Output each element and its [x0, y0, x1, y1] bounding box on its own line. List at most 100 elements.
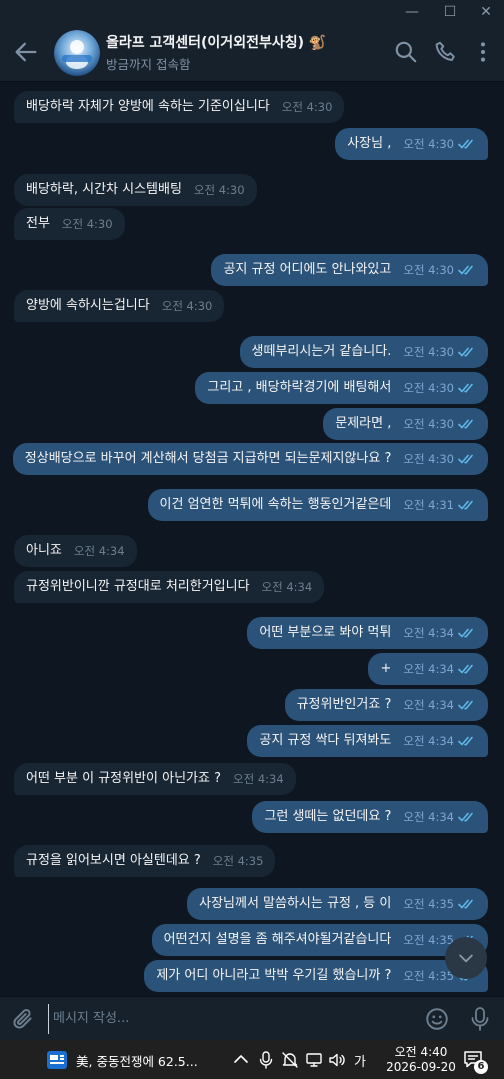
message-time: 오전 4:34	[73, 544, 125, 558]
avatar[interactable]	[54, 30, 100, 76]
message-text: 어떤 부분으로 봐야 먹튀	[259, 625, 392, 640]
more-vertical-icon[interactable]	[470, 39, 496, 65]
incoming-message: 어떤 부분 이 규정위반이 아닌가죠 ? 오전 4:34	[0, 763, 504, 795]
outgoing-message: 제가 어디 아니라고 박박 우기길 했습니까 ? 오전 4:35	[0, 960, 504, 992]
message-text: 공지 규정 어디에도 안나와있고	[223, 262, 392, 277]
read-checks-icon	[458, 419, 473, 429]
message-meta: 오전 4:31	[403, 489, 476, 521]
news-widget-icon[interactable]	[46, 1050, 68, 1070]
outgoing-message: 이건 엄연한 먹튀에 속하는 행동인거같은데 오전 4:31	[0, 489, 504, 521]
read-checks-icon	[458, 139, 473, 149]
message-meta: 오전 4:30	[403, 128, 476, 160]
message-meta: 오전 4:34	[233, 763, 284, 795]
paperclip-icon[interactable]	[10, 1006, 36, 1032]
taskbar: 美, 중동전쟁에 62.5... 가 오전 4:40 2026-09-20 6	[0, 1040, 504, 1079]
message-meta: 오전 4:30	[162, 290, 213, 322]
incoming-message: 전부 오전 4:30	[0, 208, 504, 240]
message-bubble[interactable]: 규정위반인거죠 ? 오전 4:34	[284, 689, 488, 721]
message-bubble[interactable]: 어떤 부분 이 규정위반이 아닌가죠 ? 오전 4:34	[14, 763, 296, 795]
volume-icon[interactable]	[328, 1051, 346, 1069]
message-bubble[interactable]: 그리고 , 배당하락경기에 배팅해서 오전 4:30	[195, 372, 488, 404]
message-bubble[interactable]: 제가 어디 아니라고 박박 우기길 했습니까 ? 오전 4:35	[144, 960, 488, 992]
message-bubble[interactable]: 규정위반이니깐 규정대로 처리한거입니다 오전 4:34	[14, 571, 325, 603]
microphone-icon[interactable]	[468, 1005, 492, 1033]
message-time: 오전 4:34	[403, 626, 454, 640]
outgoing-message: 공지 규정 어디에도 안나와있고 오전 4:30	[0, 254, 504, 286]
close-window-button[interactable]: ✕	[468, 0, 504, 24]
news-headline[interactable]: 美, 중동전쟁에 62.5...	[76, 1051, 198, 1070]
message-text: 그리고 , 배당하락경기에 배팅해서	[207, 380, 392, 395]
read-checks-icon	[458, 500, 473, 510]
message-bubble[interactable]: 공지 규정 싹다 뒤져봐도 오전 4:34	[247, 725, 488, 757]
message-list[interactable]: 배당하락 자체가 양방에 속하는 기준이십니다 오전 4:30 사장님 , 오전 4:…	[0, 82, 504, 996]
message-bubble[interactable]: 배당하락 자체가 양방에 속하는 기준이십니다 오전 4:30	[14, 91, 345, 123]
message-meta: 오전 4:34	[403, 653, 476, 685]
message-text: 규정위반이니깐 규정대로 처리한거입니다	[26, 579, 250, 594]
incoming-message: 배당하락, 시간차 시스템배팅 오전 4:30	[0, 174, 504, 206]
minimize-button[interactable]: —	[394, 0, 430, 24]
message-text: 사장님 ,	[347, 136, 392, 151]
taskbar-clock-date[interactable]: 2026-09-20	[384, 1060, 458, 1074]
scroll-down-button[interactable]	[445, 937, 487, 979]
chevron-up-icon[interactable]	[233, 1052, 249, 1066]
message-bubble[interactable]: 정상배당으로 바꾸어 계산해서 당첨금 지급하면 되는문제지않나요 ? 오전 4:…	[12, 443, 488, 475]
message-bubble[interactable]: 사장님 , 오전 4:30	[335, 128, 488, 160]
message-text: 사장님께서 말씀하시는 규정 , 등 이	[199, 896, 392, 911]
message-bubble[interactable]: 어떤건지 설명을 좀 해주셔야될거같습니다 오전 4:35	[151, 924, 488, 956]
message-bubble[interactable]: 규정을 읽어보시면 아실텐데요 ? 오전 4:35	[14, 845, 276, 877]
message-bubble[interactable]: + 오전 4:34	[368, 653, 488, 685]
message-time: 오전 4:30	[161, 299, 213, 313]
incoming-message: 아니죠 오전 4:34	[0, 535, 504, 567]
read-checks-icon	[458, 664, 473, 674]
taskbar-clock-time[interactable]: 오전 4:40	[388, 1043, 454, 1060]
message-bubble[interactable]: 이건 엄연한 먹튀에 속하는 행동인거같은데 오전 4:31	[147, 489, 488, 521]
chat-header: 올라프 고객센터(이거외전부사칭) 🐒 방금까지 접속함	[0, 24, 504, 82]
message-bubble[interactable]: 배당하락, 시간차 시스템배팅 오전 4:30	[14, 174, 257, 206]
incoming-message: 양방에 속하시는겁니다 오전 4:30	[0, 290, 504, 322]
message-bubble[interactable]: 공지 규정 어디에도 안나와있고 오전 4:30	[211, 254, 488, 286]
message-text: 양방에 속하시는겁니다	[26, 298, 150, 313]
message-meta: 오전 4:30	[62, 208, 113, 240]
message-bubble[interactable]: 문제라면 , 오전 4:30	[323, 408, 488, 440]
phone-icon[interactable]	[433, 39, 459, 65]
message-bubble[interactable]: 사장님께서 말씀하시는 규정 , 등 이 오전 4:35	[187, 888, 488, 920]
network-icon[interactable]	[305, 1051, 323, 1069]
microphone-icon[interactable]	[258, 1051, 274, 1069]
read-checks-icon	[458, 628, 473, 638]
message-text: 전부	[26, 216, 50, 231]
chat-status: 방금까지 접속함	[106, 57, 191, 72]
chevron-down-icon	[459, 954, 473, 963]
message-text: 어떤 부분 이 규정위반이 아닌가죠 ?	[26, 771, 222, 786]
incoming-message: 배당하락 자체가 양방에 속하는 기준이십니다 오전 4:30	[0, 91, 504, 123]
outgoing-message: 어떤건지 설명을 좀 해주셔야될거같습니다 오전 4:35	[0, 924, 504, 956]
message-bubble[interactable]: 생떼부리시는거 같습니다. 오전 4:30	[239, 336, 488, 368]
message-text: 규정위반인거죠 ?	[296, 697, 392, 712]
input-method-indicator[interactable]: 가	[354, 1051, 366, 1070]
message-bubble[interactable]: 양방에 속하시는겁니다 오전 4:30	[14, 290, 225, 322]
message-text: +	[380, 661, 392, 676]
message-bubble[interactable]: 전부 오전 4:30	[14, 208, 125, 240]
message-bubble[interactable]: 어떤 부분으로 봐야 먹튀 오전 4:34	[247, 617, 488, 649]
message-text: 아니죠	[26, 543, 62, 558]
message-time: 오전 4:35	[403, 897, 454, 911]
arrow-left-icon[interactable]	[12, 38, 40, 66]
message-bubble[interactable]: 그런 생떼는 없던데요 ? 오전 4:34	[252, 801, 488, 833]
message-bubble[interactable]: 아니죠 오전 4:34	[14, 535, 137, 567]
notifications-off-icon[interactable]	[281, 1051, 299, 1069]
message-time: 오전 4:30	[193, 183, 245, 197]
message-text: 규정을 읽어보시면 아실텐데요 ?	[26, 853, 201, 868]
window-titlebar: — ☐ ✕	[0, 0, 504, 24]
message-meta: 오전 4:34	[74, 535, 125, 567]
message-text: 문제라면 ,	[335, 416, 392, 431]
message-meta: 오전 4:34	[403, 801, 476, 833]
outgoing-message: 사장님께서 말씀하시는 규정 , 등 이 오전 4:35	[0, 888, 504, 920]
smile-icon[interactable]	[424, 1006, 450, 1032]
search-icon[interactable]	[393, 39, 419, 65]
maximize-button[interactable]: ☐	[432, 0, 468, 24]
message-input[interactable]: 메시지 작성...	[48, 1004, 408, 1034]
read-checks-icon	[458, 812, 473, 822]
message-time: 오전 4:31	[403, 498, 454, 512]
message-time: 오전 4:34	[403, 734, 454, 748]
message-text: 배당하락 자체가 양방에 속하는 기준이십니다	[26, 99, 270, 114]
message-text: 이건 엄연한 먹튀에 속하는 행동인거같은데	[159, 497, 392, 512]
